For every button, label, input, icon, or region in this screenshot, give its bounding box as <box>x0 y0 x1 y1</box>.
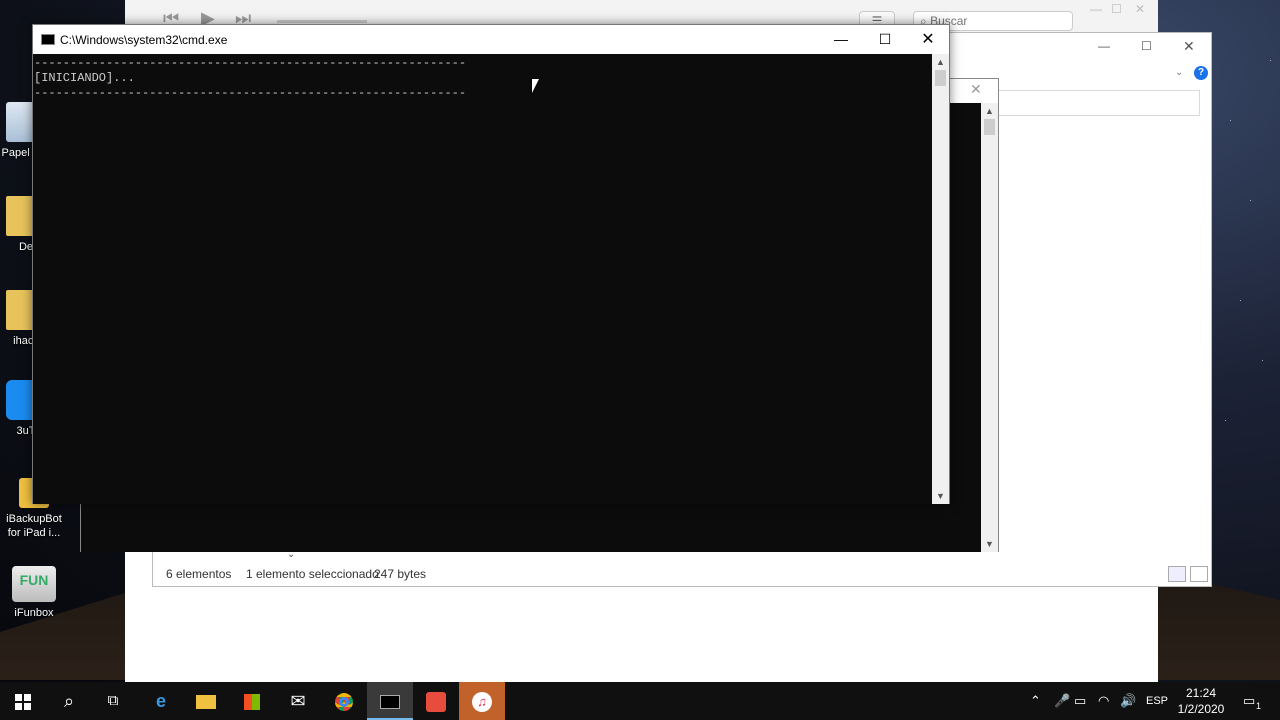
console-line: ----------------------------------------… <box>34 86 467 100</box>
battery-icon[interactable]: ▭ <box>1074 693 1086 709</box>
cmd-icon <box>380 695 400 710</box>
clock-time: 21:24 <box>1185 686 1217 700</box>
search-icon: ⌕ <box>63 691 75 711</box>
vertical-scrollbar[interactable]: ▲ ▼ <box>932 54 949 504</box>
start-button[interactable] <box>0 682 46 720</box>
minimize-button[interactable]: — <box>819 25 863 54</box>
mouse-cursor-icon <box>532 79 546 93</box>
search-button[interactable]: ⌕ <box>46 682 92 720</box>
close-icon[interactable]: ✕ <box>970 81 982 98</box>
file-explorer-button[interactable] <box>183 682 229 720</box>
microphone-icon[interactable]: 🎤 <box>1054 693 1070 709</box>
scroll-down-icon[interactable]: ▼ <box>981 539 998 549</box>
notification-center-icon[interactable]: ▭ <box>1243 693 1255 709</box>
store-icon <box>244 694 260 711</box>
wifi-icon[interactable]: ◠ <box>1098 693 1109 709</box>
scroll-thumb[interactable] <box>935 70 946 86</box>
windows-logo-icon <box>15 694 31 711</box>
cmd-window: C:\Windows\system32\cmd.exe — ☐ ✕ ------… <box>32 24 950 504</box>
app-red-icon <box>426 692 446 713</box>
console-line: ----------------------------------------… <box>34 56 467 70</box>
mail-button[interactable]: ✉ <box>275 682 321 720</box>
app-red-button[interactable] <box>413 682 459 720</box>
chrome-button[interactable] <box>321 682 367 720</box>
maximize-icon[interactable]: ☐ <box>1141 39 1152 53</box>
desktop-icon-label: De <box>18 241 34 253</box>
edge-icon: e <box>155 691 166 711</box>
edge-button[interactable]: e <box>138 682 184 720</box>
close-icon[interactable]: ✕ <box>1183 38 1195 55</box>
taskbar: ⌕ ⧉ e ✉ ♫ ⌃ 🎤 ▭ ◠ 🔊 ESP 21:24 1/2/2020 ▭… <box>0 682 1280 720</box>
desktop-icon-ifunbox[interactable]: FUN iFunbox <box>0 566 68 620</box>
task-view-button[interactable]: ⧉ <box>90 682 136 720</box>
chevron-up-icon[interactable]: ⌃ <box>1030 693 1041 709</box>
large-icons-view-icon[interactable] <box>1190 566 1208 582</box>
status-bar: 6 elementos 1 elemento seleccionado 247 … <box>153 562 1211 586</box>
close-icon[interactable]: ✕ <box>1135 2 1145 16</box>
ifunbox-icon: FUN <box>12 566 56 602</box>
cmd-icon <box>41 34 55 45</box>
cmd-taskbar-button[interactable] <box>367 682 413 720</box>
scrollbar[interactable]: ▲ ▼ <box>981 103 998 552</box>
window-title: C:\Windows\system32\cmd.exe <box>60 33 228 47</box>
console-output[interactable]: ----------------------------------------… <box>33 54 933 504</box>
scroll-down-icon[interactable]: ▼ <box>932 491 949 501</box>
language-indicator[interactable]: ESP <box>1146 695 1168 707</box>
store-button[interactable] <box>229 682 275 720</box>
chevron-down-icon[interactable]: ⌄ <box>1175 67 1183 78</box>
clock[interactable]: 21:24 1/2/2020 <box>1174 685 1228 717</box>
explorer-search-input[interactable] <box>993 90 1200 116</box>
mail-icon: ✉ <box>290 691 306 711</box>
clock-date: 1/2/2020 <box>1177 702 1225 716</box>
folder-icon <box>196 695 216 710</box>
maximize-icon[interactable]: ☐ <box>1111 2 1122 16</box>
minimize-icon[interactable]: — <box>1090 2 1102 16</box>
item-count: 6 elementos <box>166 567 232 581</box>
details-view-icon[interactable] <box>1168 566 1186 582</box>
volume-icon[interactable]: 🔊 <box>1120 693 1136 709</box>
selection-count: 1 elemento seleccionado <box>246 567 379 581</box>
selection-size: 247 bytes <box>374 567 427 581</box>
notification-count: 1 <box>1256 701 1262 711</box>
scroll-up-icon[interactable]: ▲ <box>981 106 998 116</box>
itunes-icon: ♫ <box>472 692 492 713</box>
maximize-button[interactable]: ☐ <box>863 25 907 54</box>
close-button[interactable]: ✕ <box>906 25 950 54</box>
title-bar[interactable]: C:\Windows\system32\cmd.exe — ☐ ✕ <box>33 25 949 54</box>
scroll-up-icon[interactable]: ▲ <box>932 57 949 67</box>
help-icon[interactable]: ? <box>1194 66 1208 80</box>
chrome-icon <box>335 693 353 712</box>
task-view-icon: ⧉ <box>107 692 119 709</box>
console-line: [INICIANDO]... <box>34 71 135 85</box>
desktop-icon-label: iFunbox <box>14 607 54 619</box>
volume-slider[interactable] <box>277 20 367 23</box>
itunes-button[interactable]: ♫ <box>459 682 505 720</box>
desktop-icon-label: iBackupBot for iPad i... <box>6 513 62 539</box>
minimize-icon[interactable]: — <box>1098 39 1110 53</box>
